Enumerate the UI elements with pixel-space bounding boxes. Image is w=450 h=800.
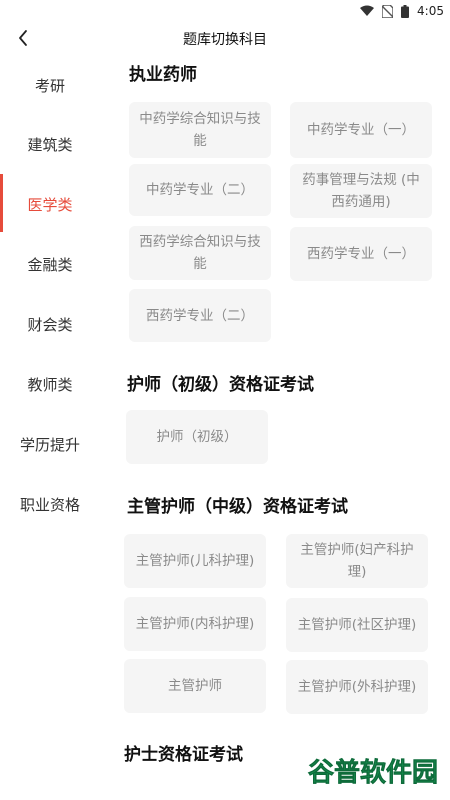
subject-list: 执业药师 中药学综合知识与技能 中药学专业（一） 中药学专业（二） 药事管理与法… — [100, 54, 450, 800]
subject-chip[interactable]: 主管护师(妇产科护理) — [286, 534, 428, 588]
subject-chip[interactable]: 主管护师(内科护理) — [124, 597, 266, 651]
subject-chip[interactable]: 药事管理与法规 (中西药通用) — [290, 164, 432, 218]
battery-icon — [401, 4, 410, 18]
subject-chip[interactable]: 西药学综合知识与技能 — [129, 226, 271, 280]
subject-chip[interactable]: 主管护师(社区护理) — [286, 598, 428, 652]
wifi-icon — [360, 5, 375, 16]
section-title: 执业药师 — [129, 65, 197, 85]
sidebar-item-kaoyan[interactable]: 考研 — [0, 57, 100, 115]
no-sim-icon — [382, 4, 394, 18]
subject-chip[interactable]: 西药学专业（一） — [290, 227, 432, 281]
app-bar: 题库切换科目 — [0, 24, 450, 54]
subject-chip[interactable]: 西药学专业（二） — [129, 289, 271, 342]
subject-chip[interactable]: 主管护师(儿科护理) — [124, 534, 266, 588]
subject-chip[interactable]: 中药学综合知识与技能 — [129, 102, 271, 158]
sidebar-item-jianzhu[interactable]: 建筑类 — [0, 116, 100, 174]
subject-chip[interactable]: 主管护师(外科护理) — [286, 660, 428, 714]
sidebar-item-jinrong[interactable]: 金融类 — [0, 236, 100, 294]
status-time: 4:05 — [417, 4, 444, 18]
watermark-logo: 谷普软件园 — [306, 751, 440, 791]
subject-chip[interactable]: 中药学专业（二） — [129, 164, 271, 216]
section-title: 护士资格证考试 — [124, 745, 243, 765]
sidebar-item-yixue[interactable]: 医学类 — [0, 176, 100, 234]
section-title: 护师（初级）资格证考试 — [127, 375, 314, 395]
page-title: 题库切换科目 — [183, 32, 267, 48]
subject-chip[interactable]: 主管护师 — [124, 659, 266, 713]
sidebar-item-zhiye[interactable]: 职业资格 — [0, 476, 100, 534]
sidebar-item-xueli[interactable]: 学历提升 — [0, 416, 100, 474]
status-bar: 4:05 — [0, 0, 450, 24]
category-sidebar: 考研 建筑类 医学类 金融类 财会类 教师类 学历提升 职业资格 — [0, 54, 100, 800]
subject-chip[interactable]: 护师（初级） — [126, 410, 268, 464]
status-icons: 4:05 — [360, 4, 444, 18]
watermark-text: 谷普软件园 — [308, 757, 438, 788]
subject-chip[interactable]: 中药学专业（一） — [290, 102, 432, 158]
section-title: 主管护师（中级）资格证考试 — [127, 497, 348, 517]
sidebar-item-jiaoshi[interactable]: 教师类 — [0, 356, 100, 414]
sidebar-item-caikuai[interactable]: 财会类 — [0, 296, 100, 354]
